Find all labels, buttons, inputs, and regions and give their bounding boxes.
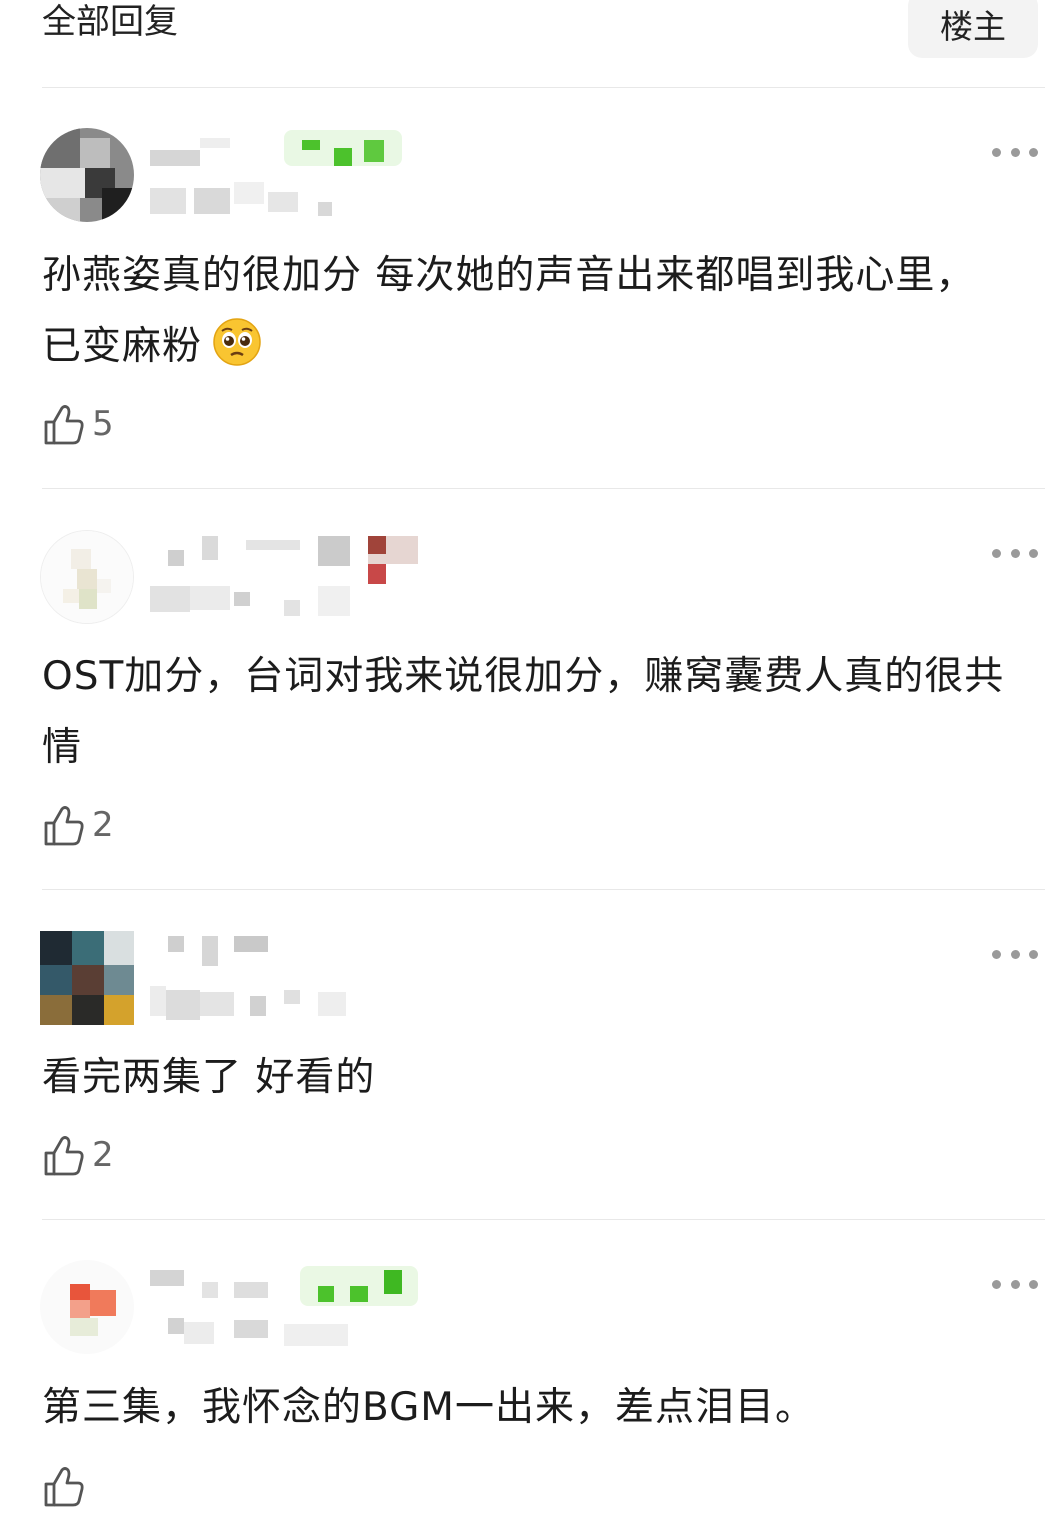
like-count: 2: [92, 805, 114, 845]
avatar[interactable]: [40, 931, 134, 1025]
like-button[interactable]: [42, 1462, 92, 1510]
username-blurred[interactable]: [150, 130, 410, 220]
divider: [42, 488, 1045, 489]
username-blurred[interactable]: [150, 530, 430, 620]
like-count: 2: [92, 1135, 114, 1175]
avatar[interactable]: [40, 1260, 134, 1354]
reply-header: 全部回复 楼主: [0, 0, 1045, 87]
avatar[interactable]: [40, 128, 134, 222]
more-options-button[interactable]: [992, 1272, 1038, 1296]
more-options-button[interactable]: [992, 140, 1038, 164]
thumbs-up-icon: [44, 405, 84, 445]
username-blurred[interactable]: [150, 930, 370, 1022]
like-button[interactable]: 2: [42, 801, 114, 849]
thumbs-up-icon: [44, 806, 84, 846]
divider: [42, 889, 1045, 890]
comment-text: 孙燕姿真的很加分 每次她的声音出来都唱到我心里，已变麻粉: [42, 240, 1012, 390]
like-count: 5: [92, 404, 114, 444]
op-only-filter-button[interactable]: 楼主: [908, 0, 1038, 58]
comment-text: OST加分，台词对我来说很加分，赚窝囊费人真的很共情: [42, 654, 1005, 770]
more-options-button[interactable]: [992, 541, 1038, 565]
username-blurred[interactable]: [150, 1262, 430, 1352]
comment-text: 看完两集了 好看的: [42, 1055, 376, 1100]
more-options-button[interactable]: [992, 942, 1038, 966]
more-dots-icon: [992, 548, 1001, 558]
more-dots-icon: [992, 147, 1001, 157]
thumbs-up-icon: [44, 1136, 84, 1176]
more-dots-icon: [992, 949, 1001, 959]
divider: [42, 87, 1045, 88]
pleading-face-emoji: [212, 317, 262, 390]
page-title: 全部回复: [42, 2, 178, 42]
like-button[interactable]: 5: [42, 400, 114, 448]
divider: [42, 1219, 1045, 1220]
like-button[interactable]: 2: [42, 1131, 114, 1179]
more-dots-icon: [992, 1279, 1001, 1289]
thumbs-up-icon: [44, 1467, 84, 1507]
comment-text: 第三集，我怀念的BGM一出来，差点泪目。: [42, 1385, 815, 1430]
avatar[interactable]: [40, 530, 134, 624]
